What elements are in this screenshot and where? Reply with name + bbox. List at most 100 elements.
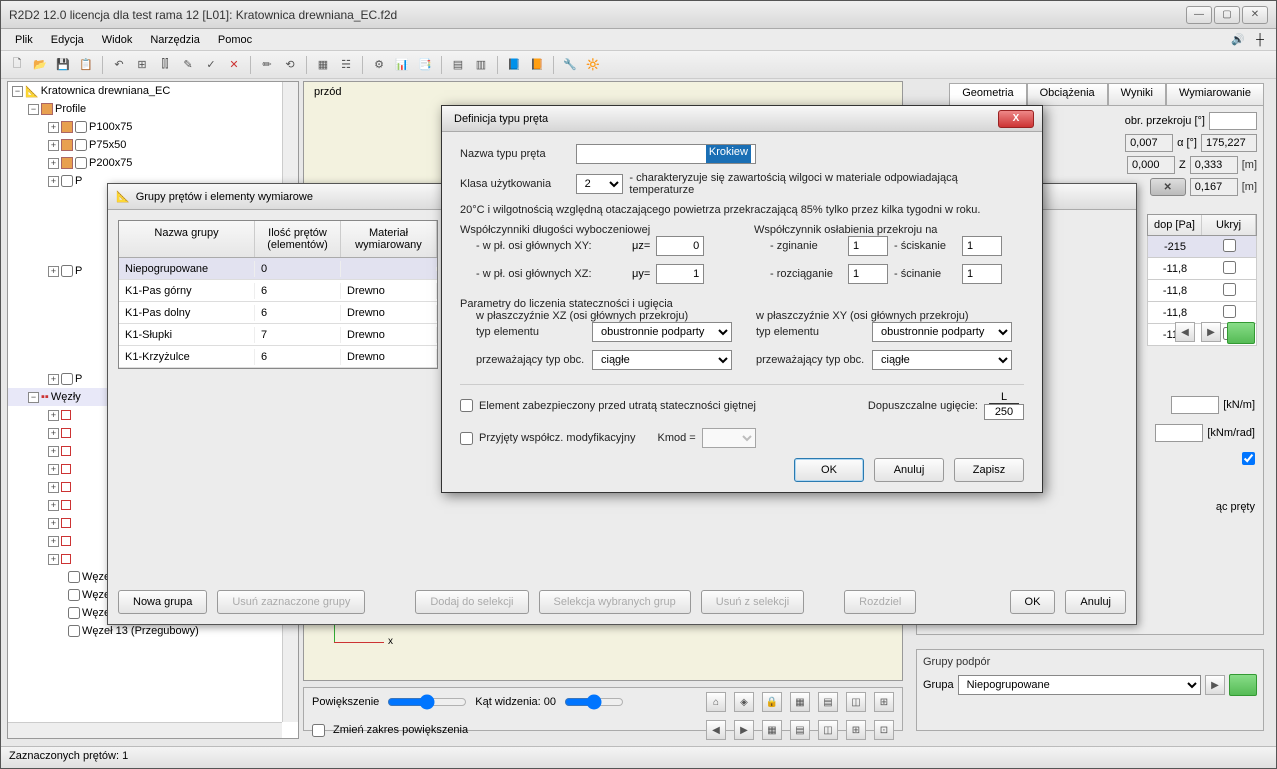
tree-wezel[interactable]: Węzeł 13 (Przegubowy) — [82, 625, 199, 637]
tree-p1[interactable]: P100x75 — [89, 121, 132, 133]
angle-slider[interactable] — [564, 694, 624, 710]
menu-edycja[interactable]: Edycja — [43, 32, 92, 48]
view-icon-3[interactable]: 🔒 — [762, 692, 782, 712]
tab-geometria[interactable]: Geometria — [949, 83, 1026, 105]
frac-bot-input[interactable] — [984, 404, 1024, 420]
tool-icon-21[interactable]: 📙 — [527, 55, 547, 75]
view-icon-5[interactable]: ▤ — [818, 692, 838, 712]
grid-row[interactable]: K1-Słupki 7 Drewno — [119, 324, 437, 346]
tree-profile[interactable]: Profile — [55, 103, 86, 115]
tree-scrollbar-h[interactable] — [8, 722, 282, 738]
panel-nav-left[interactable]: ◀ — [1175, 322, 1195, 342]
tree-collapse-icon[interactable]: − — [28, 392, 39, 403]
def-anuluj-button[interactable]: Anuluj — [874, 458, 944, 482]
tool-icon-8[interactable]: ✎ — [178, 55, 198, 75]
typ-el-select-xy[interactable]: obustronnie podparty — [872, 322, 1012, 342]
zoom-range-checkbox[interactable] — [312, 724, 325, 737]
tree-expand-icon[interactable]: + — [48, 446, 59, 457]
zginanie-input[interactable] — [848, 236, 888, 256]
menu-narzedzia[interactable]: Narzędzia — [142, 32, 208, 48]
tab-obciazenia[interactable]: Obciążenia — [1027, 83, 1108, 105]
przyjety-checkbox[interactable] — [460, 432, 473, 445]
tool-icon-18[interactable]: ▤ — [448, 55, 468, 75]
tool-icon-23[interactable]: 🔆 — [583, 55, 603, 75]
dodaj-selekcji-button[interactable]: Dodaj do selekcji — [415, 590, 528, 614]
prz-obc-select-xy[interactable]: ciągłe — [872, 350, 1012, 370]
plus-icon[interactable]: ┼ — [1250, 31, 1270, 49]
grupa-apply[interactable] — [1229, 674, 1257, 696]
grid-row[interactable]: K1-Krzyżulce 6 Drewno — [119, 346, 437, 368]
tool-icon-4[interactable]: 📋 — [76, 55, 96, 75]
view-icon-b4[interactable]: ⊞ — [846, 720, 866, 740]
tool-icon-9[interactable]: ✓ — [201, 55, 221, 75]
tree-p3[interactable]: P200x75 — [89, 157, 132, 169]
profile-checkbox[interactable] — [75, 157, 87, 169]
menu-plik[interactable]: Plik — [7, 32, 41, 48]
tree-expand-icon[interactable]: + — [48, 428, 59, 439]
new-icon[interactable]: 🗋 — [7, 55, 27, 75]
tool-icon-20[interactable]: 📘 — [504, 55, 524, 75]
def-zapisz-button[interactable]: Zapisz — [954, 458, 1024, 482]
zabezpieczony-checkbox[interactable] — [460, 399, 473, 412]
grupy-ok-button[interactable]: OK — [1010, 590, 1056, 614]
grupy-anuluj-button[interactable]: Anuluj — [1065, 590, 1126, 614]
ukryj-checkbox[interactable] — [1223, 305, 1236, 318]
p-checkbox[interactable] — [61, 175, 73, 187]
tree-expand-icon[interactable]: + — [48, 374, 59, 385]
knm-input[interactable] — [1155, 424, 1203, 442]
menu-pomoc[interactable]: Pomoc — [210, 32, 260, 48]
tool-icon-16[interactable]: 📊 — [392, 55, 412, 75]
maximize-button[interactable]: ▢ — [1214, 6, 1240, 24]
minimize-button[interactable]: — — [1186, 6, 1212, 24]
tool-icon-12[interactable]: ⟲ — [280, 55, 300, 75]
tool-icon-15[interactable]: ⚙ — [369, 55, 389, 75]
kn-input[interactable] — [1171, 396, 1219, 414]
ukryj-checkbox[interactable] — [1223, 283, 1236, 296]
rozciaganie-input[interactable] — [848, 264, 888, 284]
settings-icon[interactable]: 🔧 — [560, 55, 580, 75]
ukryj-checkbox[interactable] — [1223, 239, 1236, 252]
tool-icon-7[interactable]: ⫿⫿ — [155, 55, 175, 75]
menu-widok[interactable]: Widok — [94, 32, 141, 48]
open-icon[interactable]: 📂 — [30, 55, 50, 75]
nav-right-icon[interactable]: ▶ — [734, 720, 754, 740]
def-ok-button[interactable]: OK — [794, 458, 864, 482]
tree-expand-icon[interactable]: + — [48, 176, 59, 187]
tree-expand-icon[interactable]: + — [48, 482, 59, 493]
tree-expand-icon[interactable]: + — [48, 122, 59, 133]
obr-input[interactable] — [1209, 112, 1257, 130]
view-icon-1[interactable]: ⌂ — [706, 692, 726, 712]
view-icon-b3[interactable]: ◫ — [818, 720, 838, 740]
tree-expand-icon[interactable]: + — [48, 500, 59, 511]
misc-checkbox[interactable] — [1242, 452, 1255, 465]
view-icon-b5[interactable]: ⊡ — [874, 720, 894, 740]
p-checkbox[interactable] — [61, 265, 73, 277]
tool-icon-11[interactable]: ✏ — [257, 55, 277, 75]
node-checkbox[interactable] — [68, 571, 80, 583]
usun-grupy-button[interactable]: Usuń zaznaczone grupy — [217, 590, 365, 614]
grupa-new-icon[interactable]: ▶ — [1205, 675, 1225, 695]
scinanie-input[interactable] — [962, 264, 1002, 284]
selekcja-grup-button[interactable]: Selekcja wybranych grup — [539, 590, 691, 614]
apply-button[interactable] — [1227, 322, 1255, 344]
node-checkbox[interactable] — [68, 607, 80, 619]
tree-wezly[interactable]: Węzły — [51, 391, 81, 403]
view-icon-b1[interactable]: ▦ — [762, 720, 782, 740]
grid-row[interactable]: K1-Pas dolny 6 Drewno — [119, 302, 437, 324]
tree-expand-icon[interactable]: + — [48, 140, 59, 151]
tool-icon-13[interactable]: ▦ — [313, 55, 333, 75]
tool-icon-19[interactable]: ▥ — [471, 55, 491, 75]
close-button[interactable]: ✕ — [1242, 6, 1268, 24]
muy-input[interactable] — [656, 264, 704, 284]
profile-checkbox[interactable] — [75, 121, 87, 133]
tree-pstub[interactable]: P — [75, 175, 82, 187]
nav-left-icon[interactable]: ◀ — [706, 720, 726, 740]
tab-wymiarowanie[interactable]: Wymiarowanie — [1166, 83, 1264, 105]
tree-expand-icon[interactable]: + — [48, 410, 59, 421]
tree-expand-icon[interactable]: + — [48, 158, 59, 169]
tree-expand-icon[interactable]: + — [48, 518, 59, 529]
tree-pstub[interactable]: P — [75, 265, 82, 277]
view-icon-4[interactable]: ▦ — [790, 692, 810, 712]
tool-icon-17[interactable]: 📑 — [415, 55, 435, 75]
tool-icon-14[interactable]: ☵ — [336, 55, 356, 75]
